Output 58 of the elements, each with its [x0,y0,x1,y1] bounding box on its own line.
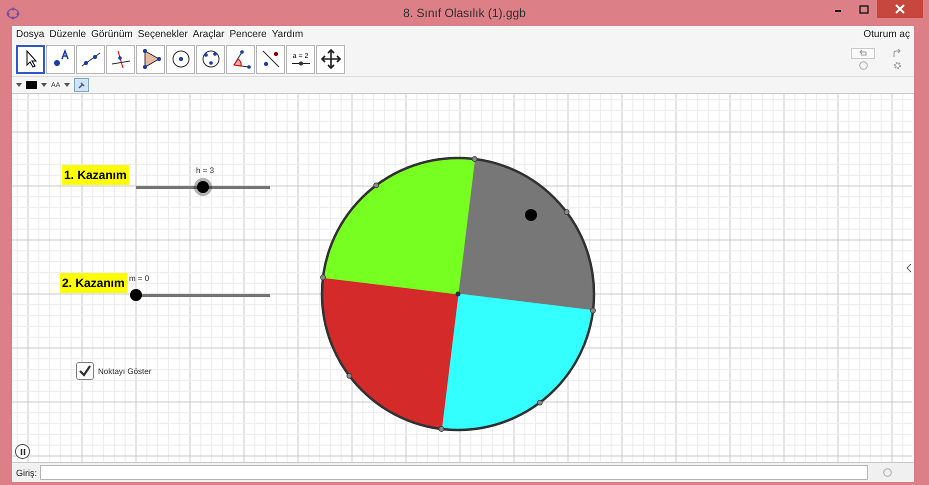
slider-value: h = 3 [196,166,214,175]
settings-icon[interactable] [892,61,902,70]
circle-points-icon [200,48,222,70]
point [537,400,543,406]
undo-icon[interactable] [851,48,875,59]
caret-icon[interactable] [41,83,47,87]
menu-item[interactable]: Araçlar [192,28,224,40]
menu-item[interactable]: Yardım [272,28,304,40]
point [564,209,570,215]
perpendicular-line-icon [110,48,132,70]
tool-button[interactable] [226,44,255,74]
reflection-line-icon [260,48,282,70]
tool-button[interactable] [196,44,225,74]
pause-icon [20,448,26,454]
sign-in-link[interactable]: Oturum aç [863,28,910,40]
color-swatch[interactable] [26,81,37,89]
input-label: Giriş: [16,468,37,478]
slider-caption: 2. Kazanım [60,273,127,293]
checkbox-label: Noktayı Göster [98,367,152,376]
pause-button[interactable] [15,444,30,459]
menu-item[interactable]: Görünüm [91,28,133,40]
pin-icon [78,82,86,88]
checkbox[interactable] [76,362,94,380]
menu-item[interactable]: Seçenekler [138,28,188,40]
pin-button[interactable] [74,78,90,92]
close-icon [895,4,905,14]
tool-button[interactable] [76,44,105,74]
slider-value: m = 0 [129,274,150,283]
circle-icon [170,48,192,70]
input-field[interactable] [40,465,868,480]
tool-button[interactable] [316,44,345,74]
point [438,426,444,432]
point [472,156,478,162]
slider-thumb[interactable] [130,289,142,301]
slider-caption: 1. Kazanım [62,165,129,185]
point [346,373,352,379]
point [456,292,460,296]
app-icon [6,6,20,20]
tool-button[interactable] [256,44,285,74]
caret-icon[interactable] [16,83,22,87]
point [320,274,326,280]
window-title: 8. Sınıf Olasılık (1).ggb [402,6,527,20]
maximize-icon [859,4,869,14]
tool-button[interactable] [136,44,165,74]
tool-button[interactable] [106,44,135,74]
menu-item[interactable]: Pencere [229,28,267,40]
menu-item[interactable]: Dosya [16,28,44,40]
point [590,308,596,314]
menu-item[interactable]: Düzenle [49,28,86,40]
point [373,182,379,188]
close-button[interactable] [877,0,923,18]
tool-button[interactable] [166,44,195,74]
move-arrows-icon [320,48,342,70]
tool-button[interactable] [46,44,75,74]
tool-button[interactable] [16,44,45,74]
redo-icon[interactable] [891,48,903,59]
caret-icon[interactable] [64,83,70,87]
slider-thumb[interactable] [197,181,209,193]
